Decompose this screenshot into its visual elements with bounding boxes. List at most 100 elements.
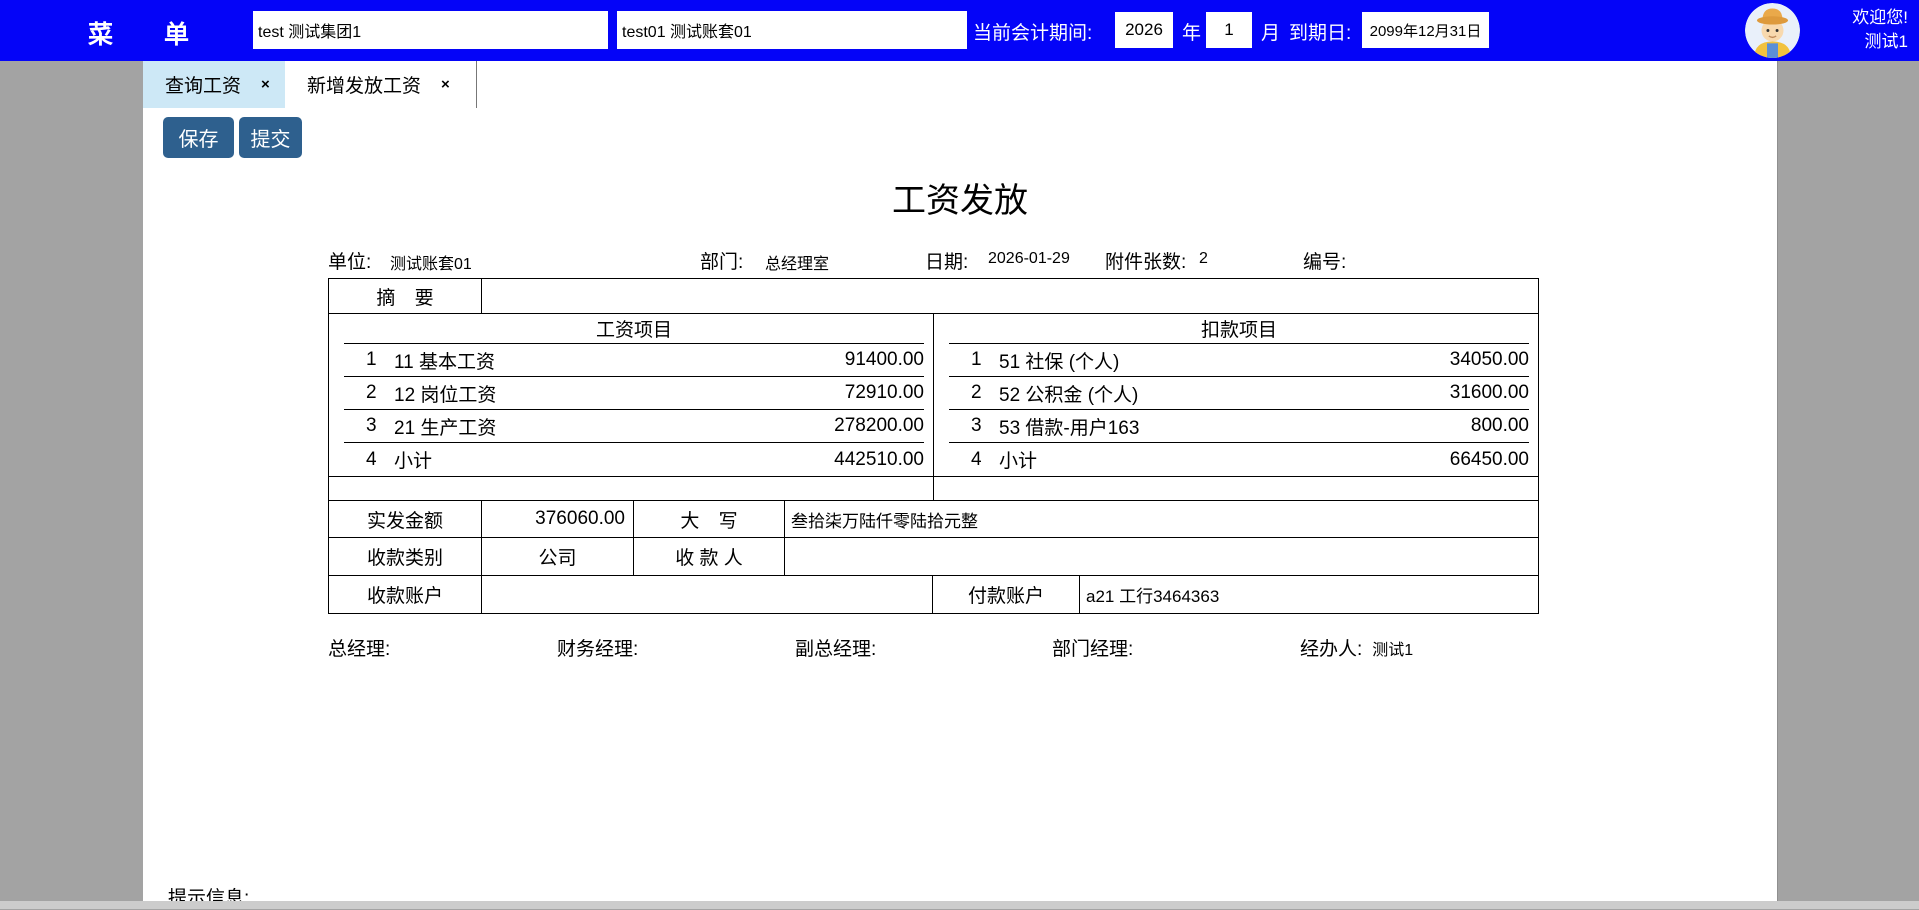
spacer-row (329, 476, 1538, 500)
table-item-row[interactable]: 2 52 公积金 (个人) 31600.00 (949, 377, 1529, 410)
item-amount[interactable]: 66450.00 (1450, 449, 1529, 471)
content-area: 查询工资 × 新增发放工资 × 保存 提交 工资发放 单位: 测试账套01 部门… (143, 61, 1778, 901)
year-unit-label: 年 (1182, 18, 1201, 45)
period-month-input[interactable] (1206, 12, 1252, 48)
item-name: 53 借款-用户163 (999, 413, 1139, 440)
signature-label: 财务经理: (557, 634, 638, 661)
farmer-boy-avatar-icon (1745, 3, 1800, 58)
page-title: 工资发放 (143, 173, 1777, 222)
item-number: 1 (949, 349, 999, 371)
period-year-input[interactable] (1115, 12, 1173, 48)
attachment-count-value[interactable]: 2 (1199, 250, 1208, 268)
welcome-box: 欢迎您! 测试1 (1813, 6, 1908, 54)
top-bar: 菜 单 当前会计期间: 年 月 到期日: 欢迎您! 测试1 (0, 0, 1919, 61)
signature-label: 经办人: (1300, 634, 1362, 661)
welcome-text: 欢迎您! (1813, 6, 1908, 30)
payer-account-value[interactable]: a21 工行3464363 (1080, 576, 1538, 613)
horizontal-scrollbar[interactable] (0, 901, 1919, 909)
payee-type-value[interactable]: 公司 (482, 538, 634, 575)
item-amount[interactable]: 72910.00 (845, 382, 924, 404)
item-number: 4 (344, 449, 394, 471)
signature-value: 测试1 (1372, 636, 1413, 660)
user-avatar[interactable] (1745, 3, 1800, 58)
table-item-row[interactable]: 2 12 岗位工资 72910.00 (344, 377, 924, 410)
deduction-header-cell: 扣款项目 (934, 314, 1538, 344)
item-name: 52 公积金 (个人) (999, 380, 1138, 407)
voucher-info-row: 单位: 测试账套01 部门: 总经理室 日期: 2026-01-29 附件张数:… (143, 247, 1777, 273)
signature-slot: 经办人: 测试1 (1300, 634, 1413, 661)
signature-slot: 部门经理: (1052, 634, 1300, 661)
item-number: 2 (949, 382, 999, 404)
signature-slot: 副总经理: (795, 634, 1052, 661)
salary-header-text: 工资项目 (344, 314, 924, 344)
item-amount[interactable]: 34050.00 (1450, 349, 1529, 371)
signature-slot: 总经理: (328, 634, 557, 661)
net-amount-label: 实发金额 (329, 501, 482, 537)
month-unit-label: 月 (1261, 18, 1280, 45)
table-item-row[interactable]: 1 51 社保 (个人) 34050.00 (949, 344, 1529, 377)
item-name: 小计 (999, 446, 1037, 473)
submit-button[interactable]: 提交 (239, 117, 302, 158)
deduction-header-text: 扣款项目 (949, 314, 1529, 344)
payee-account-label: 收款账户 (329, 576, 482, 613)
amount-in-words-value: 叁拾柒万陆仟零陆拾元整 (785, 501, 1538, 537)
item-amount[interactable]: 800.00 (1471, 415, 1529, 437)
tab-query-salary[interactable]: 查询工资 × (143, 61, 285, 108)
date-value[interactable]: 2026-01-29 (988, 250, 1070, 268)
close-icon[interactable]: × (261, 76, 270, 93)
item-number: 3 (344, 415, 394, 437)
item-amount[interactable]: 442510.00 (834, 449, 924, 471)
payee-label: 收 款 人 (634, 538, 785, 575)
tab-bar: 查询工资 × 新增发放工资 × (143, 61, 477, 108)
close-icon[interactable]: × (441, 76, 450, 93)
table-item-row[interactable]: 3 21 生产工资 278200.00 (344, 410, 924, 443)
date-label: 日期: (925, 247, 968, 274)
item-amount[interactable]: 31600.00 (1450, 382, 1529, 404)
signature-label: 部门经理: (1052, 634, 1133, 661)
item-number: 4 (949, 449, 999, 471)
tab-label: 查询工资 (165, 71, 241, 98)
item-name: 12 岗位工资 (394, 380, 496, 407)
payee-account-value[interactable] (482, 576, 933, 613)
summary-label-cell: 摘 要 (329, 279, 482, 313)
username-text: 测试1 (1813, 30, 1908, 54)
salary-header-cell: 工资项目 (329, 314, 934, 344)
unit-label: 单位: (328, 247, 371, 274)
payroll-table: 摘 要 工资项目 扣款项目 1 11 基本工资 91400.00 2 12 岗位… (328, 278, 1539, 614)
account-book-input[interactable] (617, 11, 967, 49)
table-item-row[interactable]: 3 53 借款-用户163 800.00 (949, 410, 1529, 443)
expiry-label: 到期日: (1289, 18, 1351, 45)
item-number: 1 (344, 349, 394, 371)
signature-label: 总经理: (328, 634, 390, 661)
attachment-count-label: 附件张数: (1105, 247, 1186, 274)
item-name: 小计 (394, 446, 432, 473)
item-amount[interactable]: 91400.00 (845, 349, 924, 371)
table-item-row[interactable]: 1 11 基本工资 91400.00 (344, 344, 924, 377)
summary-value-cell[interactable] (482, 279, 1538, 313)
item-amount[interactable]: 278200.00 (834, 415, 924, 437)
payee-value[interactable] (785, 538, 1538, 575)
item-number: 3 (949, 415, 999, 437)
expiry-date-input[interactable] (1362, 12, 1489, 48)
accounts-row: 收款账户 付款账户 a21 工行3464363 (329, 575, 1538, 613)
unit-value: 测试账套01 (390, 250, 472, 274)
dept-label: 部门: (700, 247, 743, 274)
salary-items: 1 11 基本工资 91400.00 2 12 岗位工资 72910.00 3 … (329, 344, 934, 476)
payee-type-label: 收款类别 (329, 538, 482, 575)
dept-value[interactable]: 总经理室 (765, 250, 829, 274)
save-button[interactable]: 保存 (163, 117, 234, 158)
spacer-cell (934, 477, 1538, 500)
tab-new-salary-payment[interactable]: 新增发放工资 × (285, 61, 477, 108)
table-item-row[interactable]: 4 小计 66450.00 (949, 443, 1529, 476)
table-item-row[interactable]: 4 小计 442510.00 (344, 443, 924, 476)
tab-label: 新增发放工资 (307, 71, 421, 98)
signature-label: 副总经理: (795, 634, 876, 661)
spacer-cell (329, 477, 934, 500)
signature-row: 总经理: 财务经理: 副总经理: 部门经理: 经办人: 测试1 (328, 634, 1539, 661)
voucher-no-label: 编号: (1303, 247, 1346, 274)
menu-button[interactable]: 菜 单 (88, 15, 211, 51)
deduction-items: 1 51 社保 (个人) 34050.00 2 52 公积金 (个人) 3160… (934, 344, 1538, 476)
summary-row: 摘 要 (329, 279, 1538, 313)
item-name: 21 生产工资 (394, 413, 496, 440)
group-input[interactable] (253, 11, 608, 49)
